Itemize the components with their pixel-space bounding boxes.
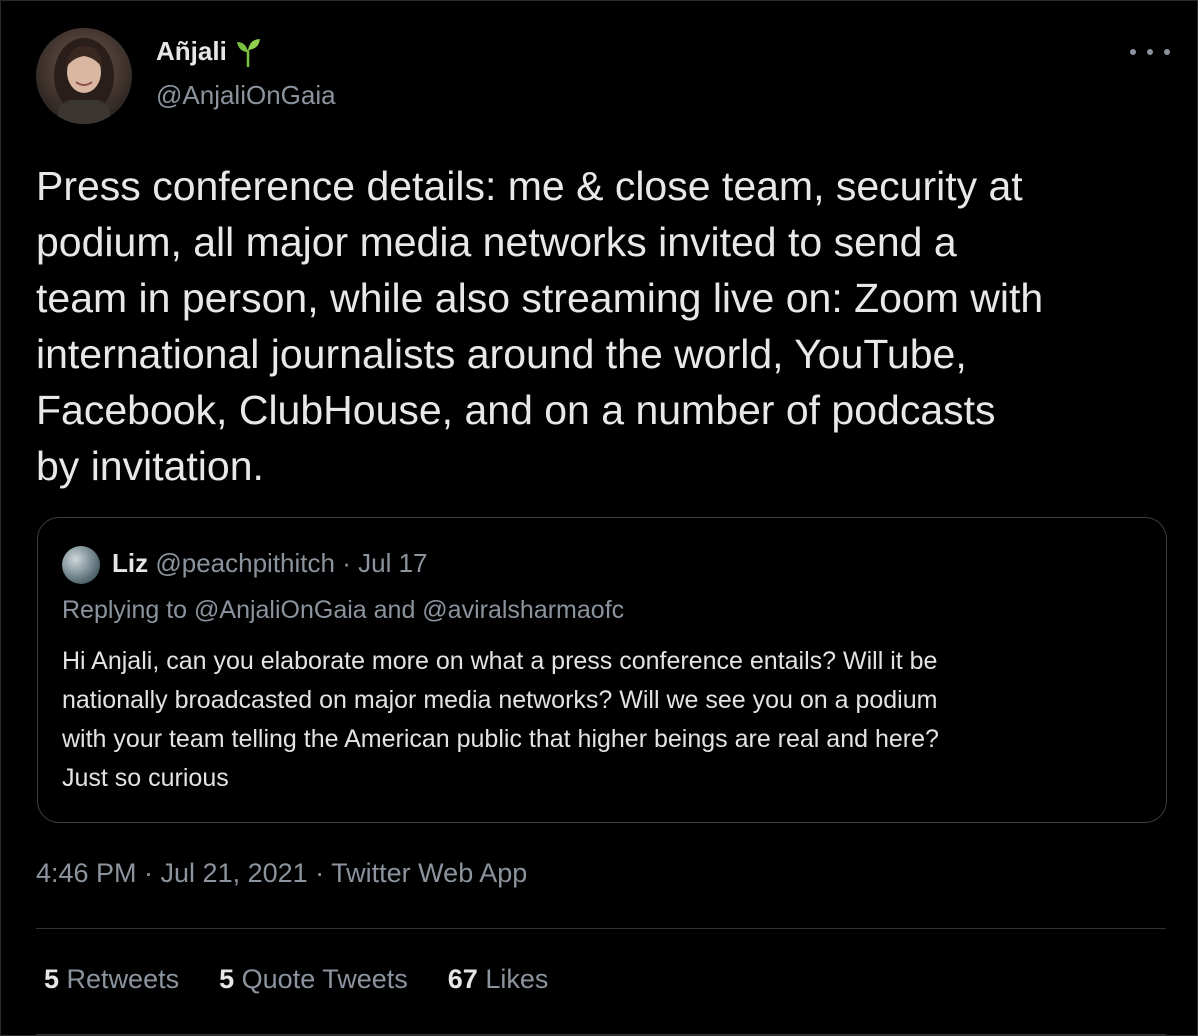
- more-dot: [1130, 49, 1136, 55]
- more-dot: [1147, 49, 1153, 55]
- quoted-date[interactable]: Jul 17: [358, 548, 427, 578]
- sprout-icon: [236, 38, 260, 67]
- quote-tweets-count: 5: [219, 964, 235, 994]
- more-dot: [1164, 49, 1170, 55]
- more-options-icon[interactable]: [1130, 40, 1170, 64]
- retweets-stat[interactable]: 5 Retweets: [44, 964, 179, 995]
- divider: [36, 928, 1166, 929]
- quoted-tweet-card[interactable]: Liz @peachpithitch · Jul 17 Replying to …: [37, 517, 1167, 823]
- author-name[interactable]: Añjali: [156, 36, 227, 67]
- retweets-count: 5: [44, 964, 60, 994]
- quoted-separator: ·: [342, 548, 351, 578]
- quoted-author-handle[interactable]: @peachpithitch: [155, 548, 335, 578]
- quoted-header: Liz @peachpithitch · Jul 17: [112, 548, 428, 579]
- engagement-stats: 5 Retweets 5 Quote Tweets 67 Likes: [44, 964, 548, 995]
- author-avatar-image: [54, 38, 114, 124]
- retweets-label: Retweets: [66, 964, 180, 994]
- tweet-text: Press conference details: me & close tea…: [36, 163, 1044, 489]
- author-avatar[interactable]: [36, 28, 132, 124]
- author-handle[interactable]: @AnjaliOnGaia: [156, 80, 336, 111]
- replying-to-line: Replying to @AnjaliOnGaia and @aviralsha…: [62, 596, 625, 624]
- divider: [36, 1034, 1166, 1035]
- author-name-row: Añjali: [156, 36, 261, 67]
- likes-stat[interactable]: 67 Likes: [448, 964, 549, 995]
- tweet-timestamp-source[interactable]: 4:46 PM · Jul 21, 2021 · Twitter Web App: [36, 858, 527, 889]
- quoted-avatar[interactable]: [62, 546, 100, 584]
- likes-label: Likes: [485, 964, 549, 994]
- quote-tweets-stat[interactable]: 5 Quote Tweets: [219, 964, 408, 995]
- quote-tweets-label: Quote Tweets: [241, 964, 408, 994]
- quoted-tweet-text: Hi Anjali, can you elaborate more on wha…: [62, 647, 939, 792]
- likes-count: 67: [447, 964, 478, 994]
- quoted-author-name[interactable]: Liz: [112, 548, 148, 578]
